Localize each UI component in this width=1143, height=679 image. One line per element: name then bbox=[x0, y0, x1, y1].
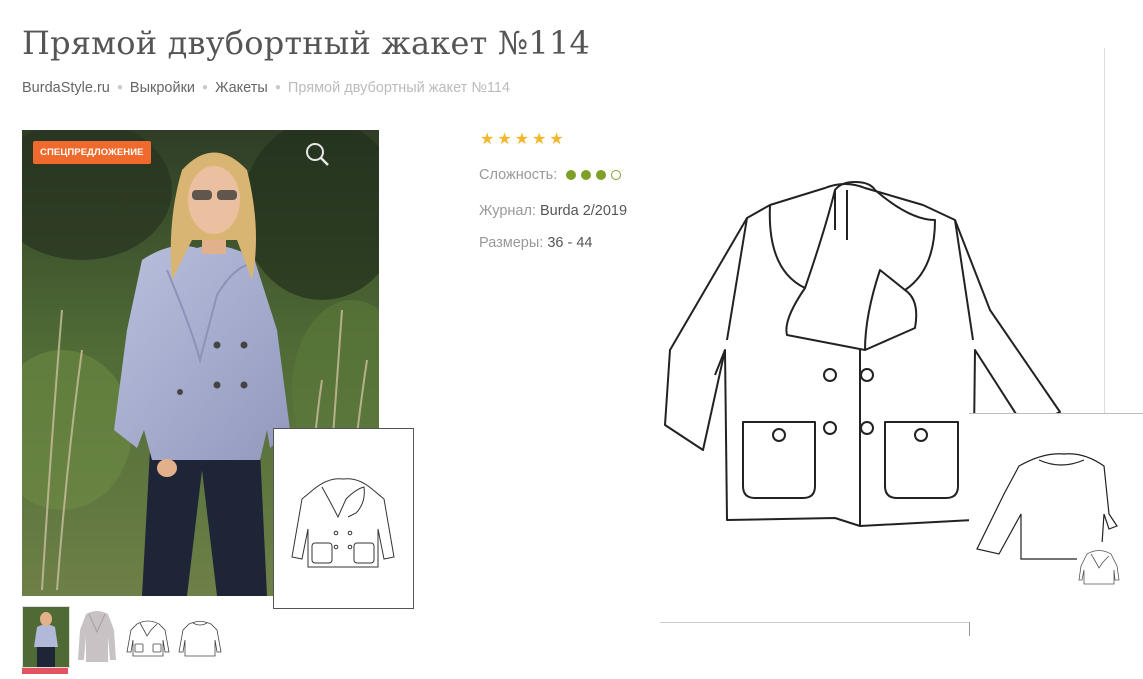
breadcrumb-home[interactable]: BurdaStyle.ru bbox=[22, 80, 110, 96]
page-title: Прямой двубортный жакет №114 bbox=[22, 24, 591, 62]
journal-value: Burda 2/2019 bbox=[539, 203, 628, 219]
sizes-row: Размеры: 36 - 44 bbox=[479, 235, 592, 251]
divider-horizontal bbox=[660, 622, 970, 623]
active-thumbnail-indicator bbox=[22, 668, 68, 674]
difficulty-label: Сложность: bbox=[479, 167, 558, 183]
star-icon[interactable]: ★ bbox=[497, 129, 511, 149]
special-offer-badge: СПЕЦПРЕДЛОЖЕНИЕ bbox=[33, 141, 151, 164]
sizes-label: Размеры: bbox=[479, 235, 544, 251]
breadcrumb-separator: ● bbox=[274, 82, 281, 93]
breadcrumb-separator: ● bbox=[202, 82, 209, 93]
star-icon[interactable]: ★ bbox=[549, 129, 563, 149]
journal-row: Журнал: Burda 2/2019 bbox=[479, 203, 627, 219]
divider-tick bbox=[969, 622, 970, 636]
thumbnail-front-sketch[interactable] bbox=[125, 606, 171, 666]
back-view-panel[interactable] bbox=[969, 413, 1143, 636]
difficulty-row: Сложность: bbox=[479, 167, 622, 183]
jacket-back-sketch bbox=[976, 453, 1135, 586]
breadcrumb: BurdaStyle.ru ● Выкройки ● Жакеты ● Прямой дву… bbox=[22, 80, 510, 96]
breadcrumb-separator: ● bbox=[116, 82, 123, 93]
difficulty-dot-empty bbox=[611, 170, 622, 180]
journal-label: Журнал: bbox=[479, 203, 536, 219]
star-icon[interactable]: ★ bbox=[532, 129, 546, 149]
difficulty-dot-filled bbox=[566, 170, 577, 180]
breadcrumb-patterns[interactable]: Выкройки bbox=[130, 80, 195, 96]
divider-vertical bbox=[1104, 48, 1105, 415]
difficulty-dot-filled bbox=[596, 170, 607, 180]
sizes-value: 36 - 44 bbox=[547, 235, 593, 251]
thumbnail-back-sketch[interactable] bbox=[177, 606, 223, 666]
zoom-icon[interactable] bbox=[303, 140, 331, 168]
technical-sketch-inset[interactable] bbox=[273, 428, 414, 609]
rating-stars[interactable]: ★ ★ ★ ★ ★ bbox=[480, 129, 567, 149]
breadcrumb-jackets[interactable]: Жакеты bbox=[215, 80, 268, 96]
star-icon[interactable]: ★ bbox=[515, 129, 529, 149]
jacket-front-sketch bbox=[291, 478, 395, 568]
thumbnail-jacket-photo[interactable] bbox=[74, 606, 120, 666]
breadcrumb-current: Прямой двубортный жакет №114 bbox=[287, 80, 510, 96]
thumbnail-model-photo[interactable] bbox=[22, 606, 70, 668]
difficulty-dot-filled bbox=[581, 170, 592, 180]
star-icon[interactable]: ★ bbox=[480, 129, 494, 149]
